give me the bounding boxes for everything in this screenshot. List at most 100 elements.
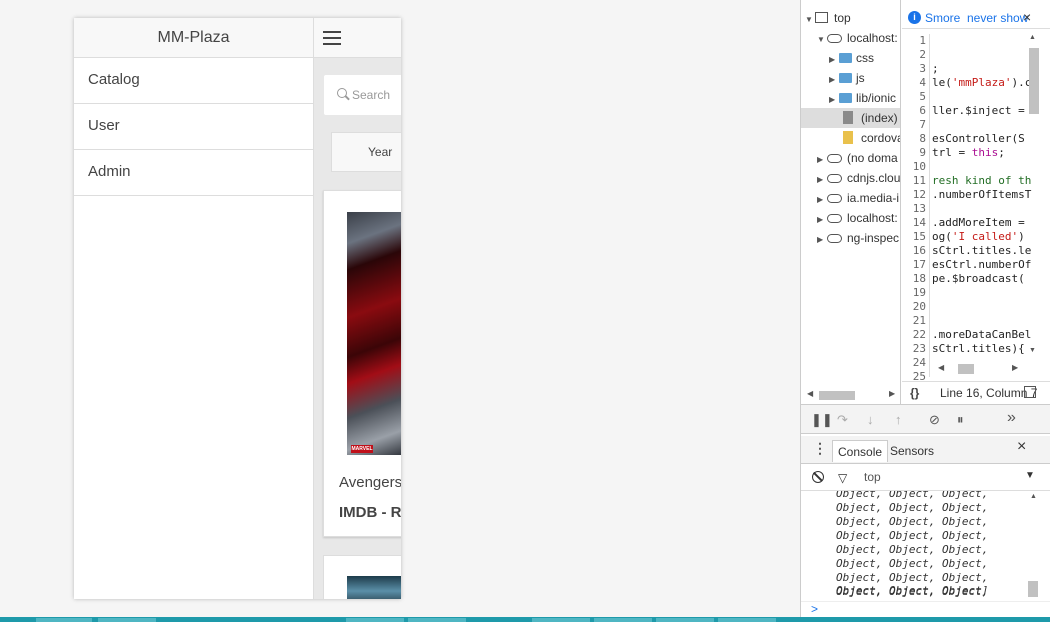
file-icon — [843, 131, 853, 144]
hamburger-menu-icon[interactable] — [323, 31, 341, 45]
infobar-text: S — [925, 11, 934, 25]
info-icon: i — [908, 11, 921, 24]
scrollbar-thumb[interactable] — [1028, 581, 1038, 597]
taskbar — [0, 617, 1050, 622]
movie-imdb-rating: IMDB - R — [339, 504, 401, 521]
editor-horizontal-scrollbar[interactable]: ◀ ▶ — [932, 362, 1027, 376]
source-editor: i S more never show × 1 2 3 4 5 6 7 8 9 … — [902, 0, 1050, 404]
deactivate-breakpoints-icon[interactable]: ⊘ — [929, 411, 940, 429]
console-line: Object, Object, Object, — [836, 501, 989, 514]
debugger-toolbar: ❚❚ ↷ ↓ ↑ ⊘ ⏸ » — [801, 404, 1050, 434]
content-header — [314, 18, 401, 58]
chevron-down-icon[interactable]: ▼ — [1025, 470, 1035, 481]
tree-item-cordova[interactable]: cordova — [843, 128, 900, 148]
tree-item-top[interactable]: ▼ top — [805, 8, 851, 28]
pause-on-exceptions-icon[interactable]: ⏸ — [957, 411, 964, 429]
cloud-icon — [827, 154, 842, 163]
marvel-logo: MARVEL — [351, 445, 373, 453]
editor-status-bar: {} Line 16, Column 7 — [902, 381, 1050, 404]
filter-icon[interactable]: ▽ — [838, 471, 847, 485]
movie-title: Avengers — [339, 474, 401, 491]
device-frame: MM-Plaza Catalog User Admin Search Year … — [74, 18, 401, 599]
console-context-select[interactable]: top — [864, 470, 881, 484]
tree-item-lib-ionic[interactable]: ▶ lib/ionic — [829, 88, 896, 108]
year-filter-button[interactable]: Year — [331, 132, 401, 172]
taskbar-item[interactable] — [408, 618, 466, 622]
tree-item-index[interactable]: (index) — [801, 108, 900, 128]
folder-icon — [839, 93, 852, 103]
cursor-position: Line 16, Column 7 — [940, 386, 1038, 400]
search-input[interactable]: Search — [324, 75, 401, 115]
scrollbar-thumb[interactable] — [819, 391, 855, 400]
editor-vertical-scrollbar[interactable]: ▲ ▼ — [1027, 34, 1041, 358]
console-scrollbar[interactable]: ▲ — [1027, 491, 1039, 601]
cloud-icon — [827, 234, 842, 243]
infobar-more-link[interactable]: more — [933, 7, 960, 29]
movie-card[interactable]: MARVEL Avengers IMDB - R — [323, 190, 401, 537]
console-prompt[interactable]: > — [801, 601, 1050, 617]
tree-item-cdnjs[interactable]: ▶ cdnjs.clou — [817, 168, 900, 188]
side-menu: MM-Plaza Catalog User Admin — [74, 18, 313, 599]
cloud-icon — [827, 34, 842, 43]
main-content: Search Year MARVEL Avengers IMDB - R — [313, 18, 401, 599]
taskbar-item[interactable] — [656, 618, 714, 622]
tab-sensors[interactable]: Sensors — [885, 440, 939, 462]
app-viewport: MM-Plaza Catalog User Admin Search Year … — [0, 0, 800, 617]
tab-console[interactable]: Console — [832, 440, 889, 462]
taskbar-item[interactable] — [346, 618, 404, 622]
infobar-never-show-link[interactable]: never show — [967, 7, 1028, 29]
movie-poster — [347, 576, 401, 599]
drawer-close-icon[interactable]: × — [1017, 438, 1026, 456]
taskbar-item[interactable] — [718, 618, 776, 622]
drawer-menu-icon[interactable]: ⋮ — [813, 440, 827, 457]
prompt-caret: > — [811, 602, 819, 616]
tree-item-ia-media[interactable]: ▶ ia.media-i — [817, 188, 899, 208]
file-icon — [843, 111, 853, 124]
taskbar-item[interactable] — [532, 618, 590, 622]
debugger-more-button[interactable]: » — [1007, 409, 1016, 427]
sources-navigator: ▼ top ▼ localhost: ▶ css ▶ js ▶ lib/ionic (in… — [801, 0, 901, 404]
tree-item-no-domain[interactable]: ▶ (no doma — [817, 148, 898, 168]
window-icon — [815, 12, 828, 23]
devtools-panel: ▼ top ▼ localhost: ▶ css ▶ js ▶ lib/ionic (in… — [800, 0, 1050, 617]
console-line: Object, Object, Object, — [836, 491, 989, 500]
pause-icon[interactable]: ❚❚ — [811, 411, 833, 429]
step-over-icon[interactable]: ↷ — [837, 411, 848, 429]
menu-item-admin[interactable]: Admin — [74, 150, 313, 196]
taskbar-item[interactable] — [98, 618, 156, 622]
console-line: Object, Object, Object, — [836, 571, 989, 584]
pretty-print-button[interactable]: {} — [910, 382, 919, 404]
navigator-horizontal-scrollbar[interactable]: ◀ ▶ — [805, 389, 897, 401]
tree-item-localhost[interactable]: ▼ localhost: — [817, 28, 898, 48]
menu-title: MM-Plaza — [74, 18, 313, 58]
menu-item-user[interactable]: User — [74, 104, 313, 150]
folder-icon — [839, 53, 852, 63]
cloud-icon — [827, 214, 842, 223]
clear-console-icon[interactable] — [812, 471, 824, 483]
step-out-icon[interactable]: ↑ — [895, 411, 902, 429]
search-icon — [337, 88, 347, 98]
toggle-debugger-sidebar-icon[interactable] — [1024, 386, 1036, 398]
infobar-close-icon[interactable]: × — [1023, 6, 1031, 28]
search-placeholder: Search — [352, 88, 391, 102]
tree-item-js[interactable]: ▶ js — [829, 68, 865, 88]
drawer-tab-strip: ⋮ Console Sensors × — [801, 436, 1050, 464]
taskbar-item[interactable] — [36, 618, 92, 622]
editor-infobar: i S more never show × — [902, 7, 1050, 29]
folder-icon — [839, 73, 852, 83]
console-line: Object, Object, Object, — [836, 557, 989, 570]
console-line: Object, Object, Object, — [836, 529, 989, 542]
menu-item-catalog[interactable]: Catalog — [74, 58, 313, 104]
step-into-icon[interactable]: ↓ — [867, 411, 874, 429]
console-toolbar: ▽ top ▼ — [801, 465, 1050, 491]
scrollbar-thumb[interactable] — [958, 364, 974, 374]
taskbar-item[interactable] — [594, 618, 652, 622]
tree-item-ng-inspector[interactable]: ▶ ng-inspec — [817, 228, 899, 248]
cloud-icon — [827, 194, 842, 203]
tree-item-css[interactable]: ▶ css — [829, 48, 874, 68]
tree-item-localhost-2[interactable]: ▶ localhost: — [817, 208, 898, 228]
cloud-icon — [827, 174, 842, 183]
code-content[interactable]: ; le('mmPlaza').c ller.$inject = esContr… — [932, 34, 1032, 377]
scrollbar-thumb[interactable] — [1029, 48, 1039, 114]
movie-card[interactable] — [323, 555, 401, 599]
